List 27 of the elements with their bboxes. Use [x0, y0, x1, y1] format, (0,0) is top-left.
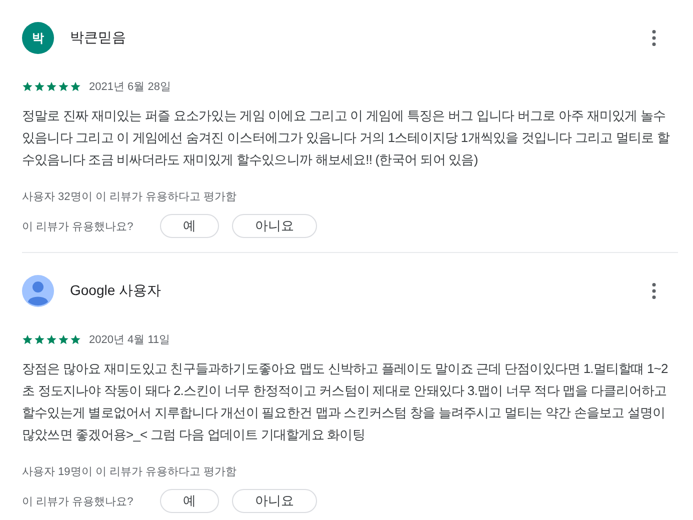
helpful-question: 이 리뷰가 유용했나요? — [22, 494, 134, 508]
star-icon — [58, 334, 69, 344]
helpful-question: 이 리뷰가 유용했나요? — [22, 220, 134, 234]
more-options-icon[interactable] — [652, 30, 656, 46]
more-options-icon[interactable] — [652, 283, 656, 299]
star-icon — [22, 334, 33, 344]
helpful-count: 사용자 19명이 이 리뷰가 유용하다고 평가함 — [22, 465, 238, 479]
star-icon — [22, 80, 33, 92]
star-icon — [46, 334, 57, 344]
vote-button[interactable]: 아니요 — [232, 489, 317, 513]
vote-button[interactable]: 예 — [160, 214, 219, 238]
star-icon — [34, 334, 45, 344]
avatar-initial: 박 — [22, 22, 54, 54]
star-icon — [34, 80, 45, 92]
star-icon — [70, 334, 81, 344]
vote-button[interactable]: 아니요 — [232, 214, 317, 238]
star-icon — [58, 80, 69, 92]
review-text: 정말로 진짜 재미있는 퍼즐 요소가있는 게임 이에요 그리고 이 게임에 특징은 버그 입니다 버그로 아주 재미있게 놀수있음니다 그리고 이 게임에선 숨겨진 이스터에그가 있음니다 거의 1스테이지당 1개씩있을 것입니다 그리고 멀티로 할수있음니다 조금 비싸더라도 재미있게 할수있으니까 해보세요!! (한국어 되어 있음) — [22, 107, 671, 169]
review-date: 2020년 4월 11일 — [89, 332, 170, 346]
helpful-count: 사용자 32명이 이 리뷰가 유용하다고 평가함 — [22, 190, 238, 204]
star-icon — [46, 80, 57, 92]
vote-button[interactable]: 예 — [160, 489, 219, 513]
review-date: 2021년 6월 28일 — [89, 80, 171, 94]
author-name: 박큰믿음 — [70, 29, 126, 47]
author-name: Google 사용자 — [70, 282, 162, 300]
review-text: 장점은 많아요 재미도있고 친구들과하기도좋아요 맵도 신박하고 플레이도 말이죠 근데 단점이있다면 1.멀티할떄 1~2초 정도지나야 작동이 돼다 2.스킨이 너무 한정적이고 커스텀이 제대로 안돼있다 3.맵이 너무 적다 맵을 다클리어하고 할수있는게 별로없어서 지루합니다 개선이 필요한건 맵과 스킨커스텀 창을 늘려주시고 멀티는 약간 손을보고 설명이 많았쓰면 좋겠어용>_< 그럼 다음 업데이트 기대할게요 화이팅 — [22, 360, 669, 444]
star-icon — [70, 80, 81, 92]
